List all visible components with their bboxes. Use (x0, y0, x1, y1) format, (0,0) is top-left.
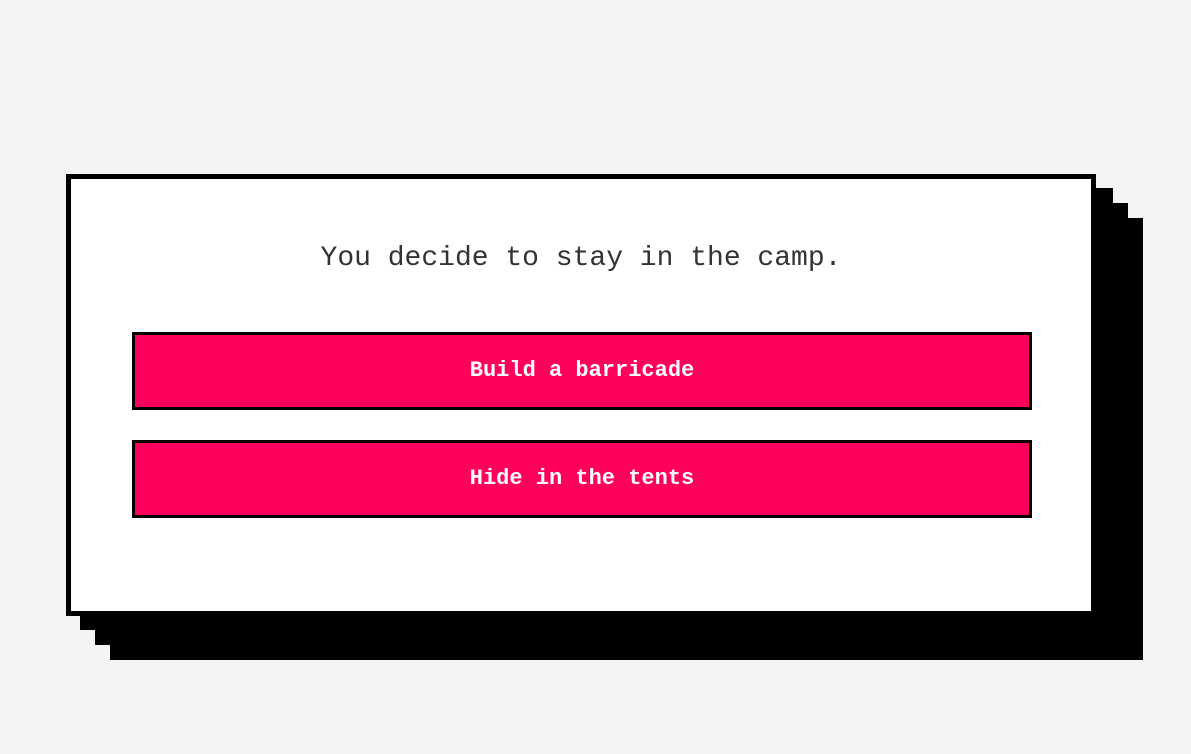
choice-button-build-barricade[interactable]: Build a barricade (132, 332, 1032, 410)
choice-button-hide-in-tents[interactable]: Hide in the tents (132, 440, 1032, 518)
story-text: You decide to stay in the camp. (320, 243, 842, 274)
story-card: You decide to stay in the camp. Build a … (66, 174, 1096, 616)
